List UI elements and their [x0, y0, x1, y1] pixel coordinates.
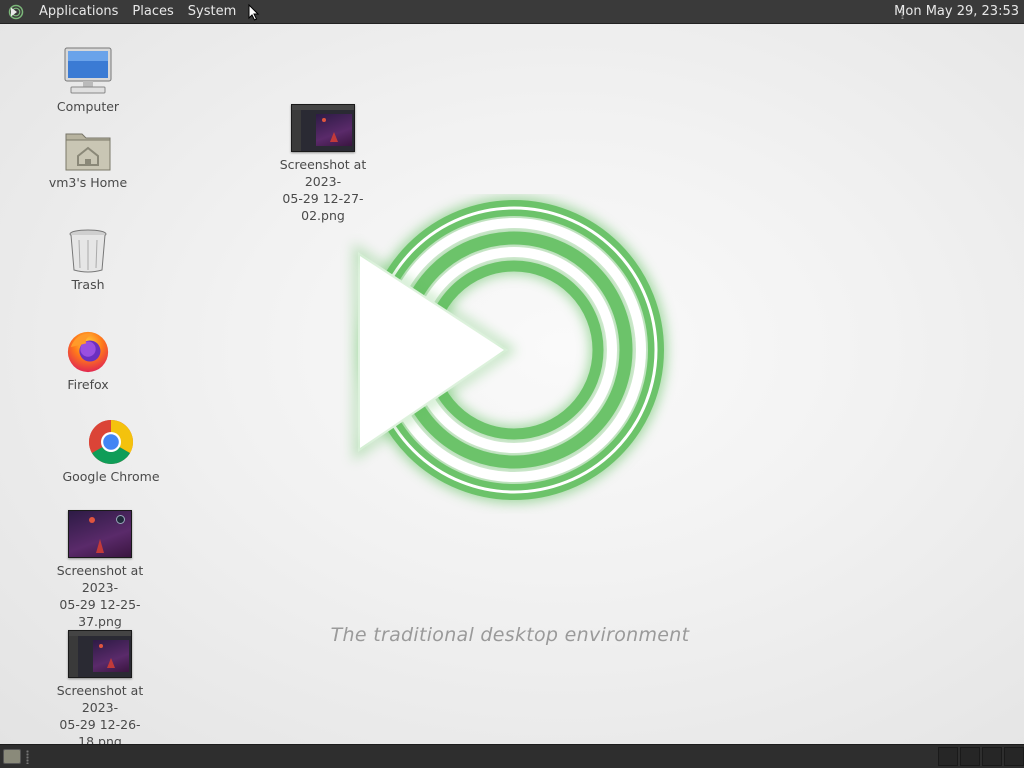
workspace-1[interactable] [938, 747, 958, 766]
show-desktop-icon[interactable] [3, 749, 21, 764]
system-menu[interactable]: System [181, 0, 243, 24]
icon-label-line1: Screenshot at 2023- [56, 683, 144, 715]
icon-label-line1: Screenshot at 2023- [279, 157, 367, 189]
workspace-2[interactable] [960, 747, 980, 766]
applications-menu[interactable]: Applications [32, 0, 125, 24]
desktop-icon-computer[interactable]: Computer [28, 46, 148, 115]
image-thumbnail-icon [291, 104, 355, 152]
desktop-icon-chrome[interactable]: Google Chrome [51, 418, 171, 485]
home-folder-icon [65, 133, 111, 171]
desktop-icon-screenshot-2[interactable]: Screenshot at 2023- 05-29 12-26-18.png [40, 630, 160, 750]
workspace-4[interactable] [1004, 747, 1024, 766]
panel-drag-handle[interactable] [26, 750, 29, 764]
icon-label: vm3's Home [48, 175, 128, 190]
mouse-cursor-icon [248, 4, 260, 21]
computer-icon [64, 47, 112, 94]
icon-label: Firefox [67, 377, 109, 392]
firefox-icon [67, 331, 109, 373]
desktop-icon-screenshot-1[interactable]: Screenshot at 2023- 05-29 12-25-37.png [40, 510, 160, 630]
icon-label: Computer [56, 99, 120, 114]
bottom-panel [0, 744, 1024, 768]
chrome-icon [89, 420, 133, 464]
mate-wallpaper-logo-icon [353, 197, 667, 503]
desktop-icon-firefox[interactable]: Firefox [28, 328, 148, 393]
desktop[interactable]: Computer vm3's Home Trash Firefox Google… [0, 24, 1024, 749]
trash-icon [69, 229, 107, 273]
wallpaper-tagline: The traditional desktop environment [330, 624, 690, 646]
icon-label: Trash [71, 277, 105, 292]
desktop-icon-home[interactable]: vm3's Home [28, 128, 148, 191]
icon-label-line1: Screenshot at 2023- [56, 563, 144, 595]
image-thumbnail-icon [68, 630, 132, 678]
mate-logo-icon[interactable] [6, 2, 26, 22]
icon-label: Google Chrome [62, 469, 160, 484]
workspace-3[interactable] [982, 747, 1002, 766]
clock[interactable]: Mon May 29, 23:53 [894, 0, 1019, 24]
icon-label-line2: 05-29 12-25-37.png [59, 597, 141, 629]
desktop-icon-trash[interactable]: Trash [28, 228, 148, 293]
image-thumbnail-icon [68, 510, 132, 558]
places-menu[interactable]: Places [125, 0, 180, 24]
top-panel: Applications Places System Mon May 29, 2… [0, 0, 1024, 24]
